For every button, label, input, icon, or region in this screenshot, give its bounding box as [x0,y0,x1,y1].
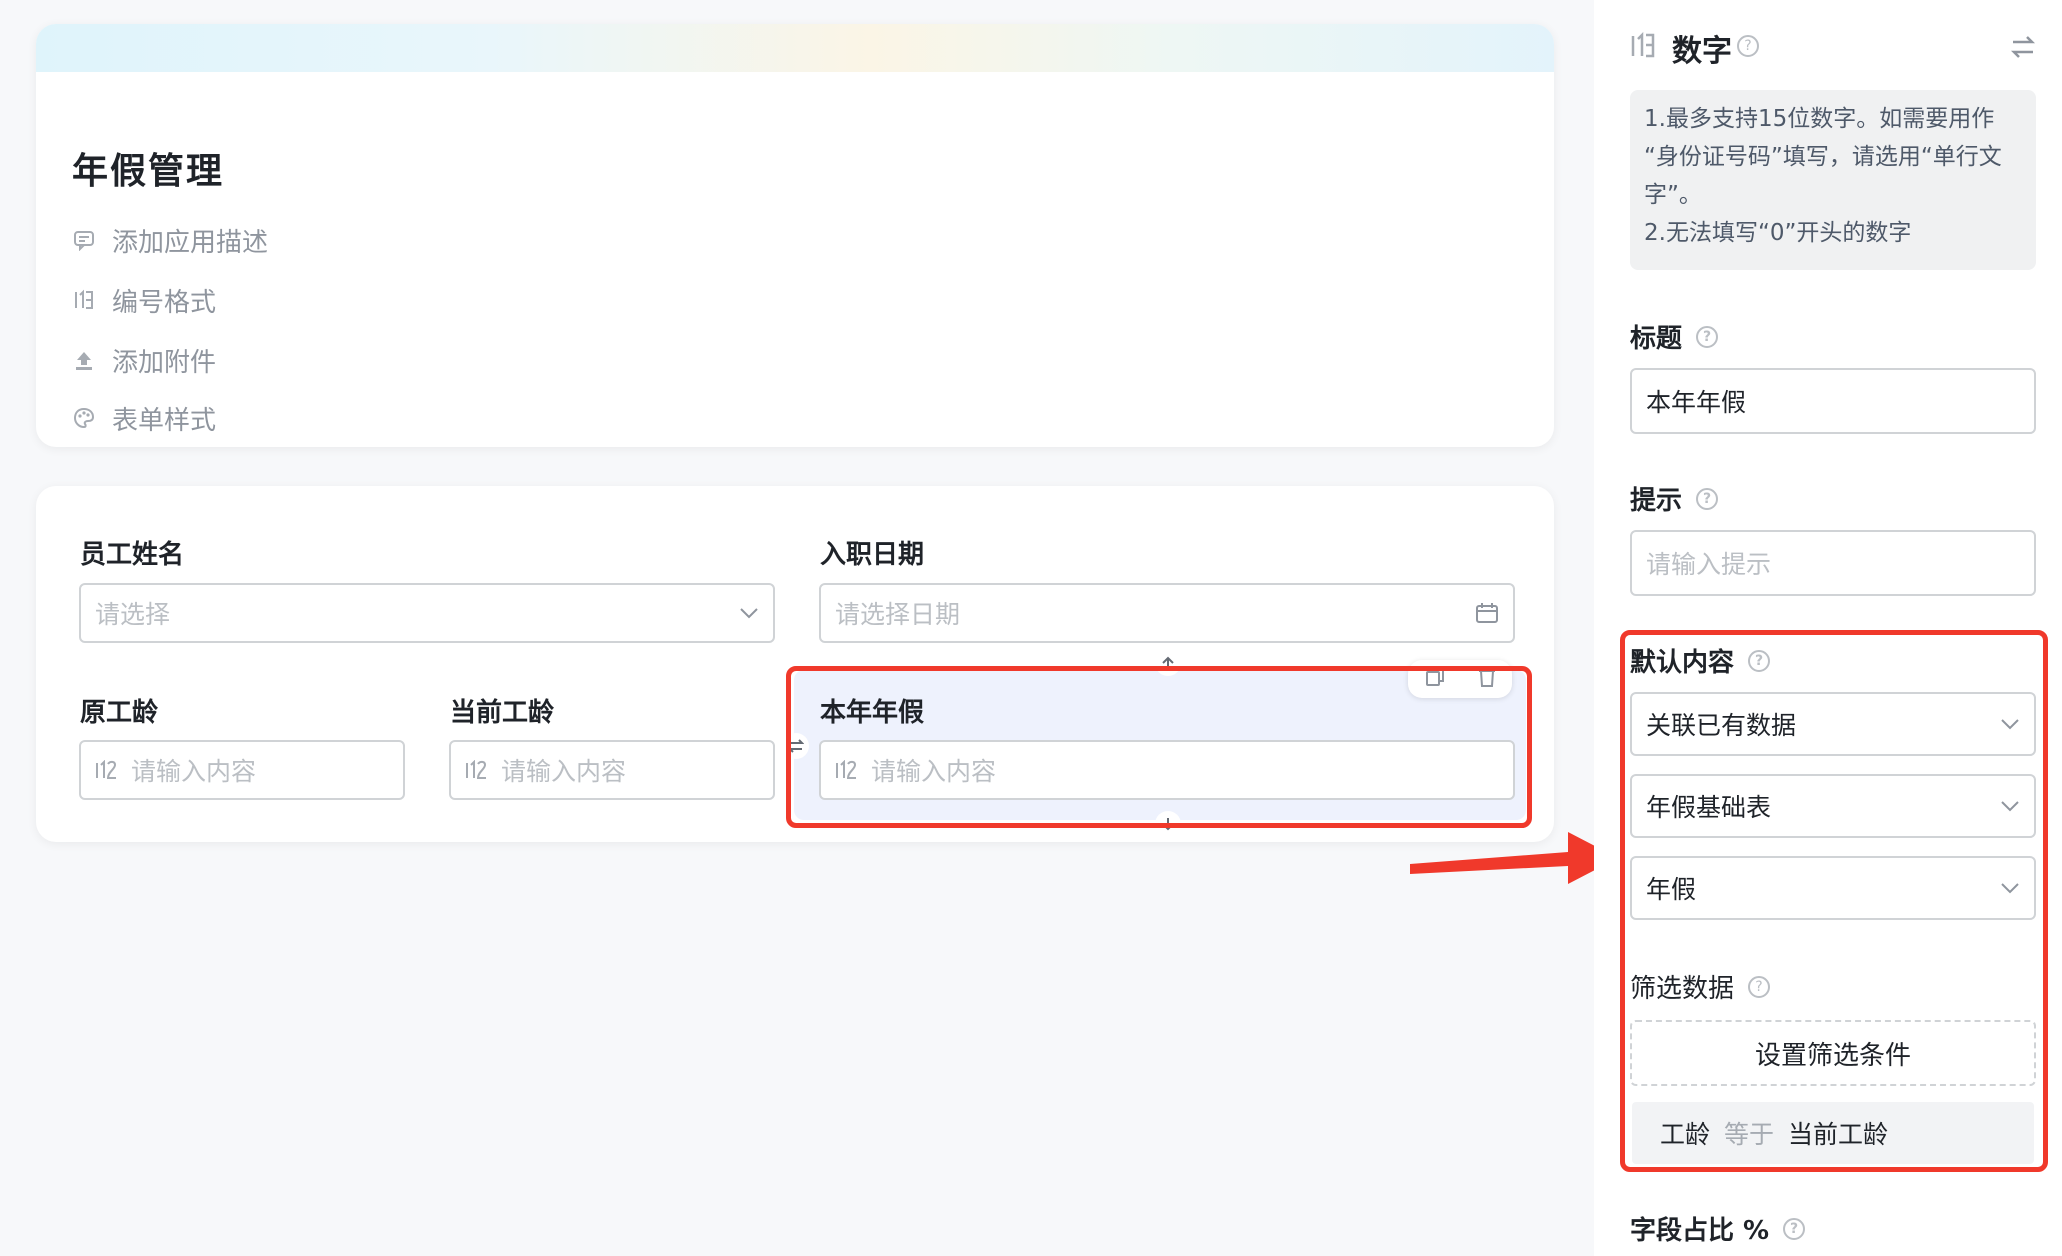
number-format-icon [1630,31,1656,64]
original-seniority-input[interactable]: 请输入内容 [79,740,405,800]
field-width-section-label: 字段占比 % ? [1630,1210,1806,1247]
hint-label: 提示 [1630,486,1683,516]
info-line: 1.最多支持15位数字。如需要用作 [1644,106,1995,132]
app-header-card: 年假管理 添加应用描述 编号格式 添加附件 表单样式 [36,24,1554,447]
comment-icon [72,228,96,252]
info-line: “身份证号码”填写，请选用“单行文 [1644,144,2002,170]
chevron-down-icon [739,606,759,620]
number-format-label: 编号格式 [112,287,217,318]
upload-icon [72,348,96,372]
number-icon [95,760,121,780]
employee-name-select[interactable]: 请选择 [79,583,775,643]
employee-name-placeholder: 请选择 [95,600,171,629]
title-label: 标题 [1630,324,1683,354]
original-seniority-label: 原工龄 [80,698,159,728]
field-width-label: 字段占比 % [1630,1216,1770,1246]
hire-date-placeholder: 请选择日期 [835,600,961,629]
current-seniority-label: 当前工龄 [450,698,555,728]
number-format-item[interactable]: 编号格式 [72,280,216,320]
title-value: 本年年假 [1646,388,1747,417]
form-style-item[interactable]: 表单样式 [72,398,216,438]
current-seniority-input[interactable]: 请输入内容 [449,740,775,800]
help-icon[interactable]: ? [1737,35,1759,57]
number-format-icon [72,288,96,312]
title-input[interactable]: 本年年假 [1630,368,2036,434]
hire-date-label: 入职日期 [820,540,925,570]
selected-field-annotation-box [786,666,1532,828]
help-icon[interactable]: ? [1696,325,1719,348]
switch-type-icon[interactable] [2010,34,2036,64]
add-description-label: 添加应用描述 [112,227,269,258]
header-gradient-band [36,24,1554,72]
hire-date-picker[interactable]: 请选择日期 [819,583,1515,643]
info-line: 2.无法填写“0”开头的数字 [1644,220,1912,246]
app-title[interactable]: 年假管理 [72,142,224,194]
hint-section-label: 提示 ? [1630,480,1719,517]
hint-input[interactable]: 请输入提示 [1630,530,2036,596]
annotation-arrow [1410,832,1618,884]
current-seniority-placeholder: 请输入内容 [501,757,627,786]
palette-icon [72,406,96,430]
help-icon[interactable]: ? [1783,1217,1806,1240]
number-icon [465,760,491,780]
calendar-icon [1475,602,1499,624]
add-attachment-item[interactable]: 添加附件 [72,340,216,380]
original-seniority-placeholder: 请输入内容 [131,757,257,786]
form-style-label: 表单样式 [112,405,217,436]
add-attachment-label: 添加附件 [112,347,217,378]
field-type-title: 数字 [1672,34,1732,69]
title-section-label: 标题 ? [1630,318,1719,355]
info-line: 字”。 [1644,182,1702,208]
employee-name-label: 员工姓名 [80,540,185,570]
add-description-item[interactable]: 添加应用描述 [72,220,268,260]
hint-placeholder: 请输入提示 [1646,550,1772,579]
help-icon[interactable]: ? [1696,487,1719,510]
field-type-info-box: 1.最多支持15位数字。如需要用作 “身份证号码”填写，请选用“单行文 字”。 … [1630,90,2036,270]
default-content-annotation-box [1620,630,2048,1172]
